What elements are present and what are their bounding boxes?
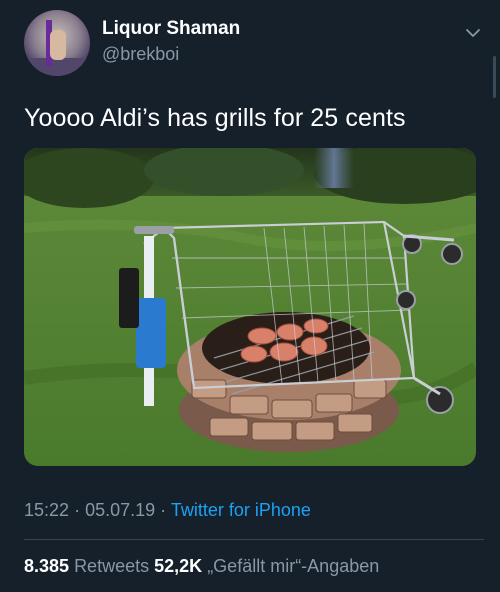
likes-label: „Gefällt mir“-Angaben xyxy=(207,556,380,576)
likes-stat[interactable]: 52,2K „Gefällt mir“-Angaben xyxy=(154,556,379,576)
tweet-date[interactable]: 05.07.19 xyxy=(85,500,155,520)
tweet-time[interactable]: 15:22 xyxy=(24,500,69,520)
user-handle[interactable]: @brekboi xyxy=(102,44,179,65)
chevron-down-icon[interactable] xyxy=(462,22,484,44)
meta-separator: · xyxy=(160,500,167,520)
tweet-photo[interactable] xyxy=(24,148,476,466)
retweets-stat[interactable]: 8.385 Retweets xyxy=(24,556,149,576)
avatar-floor xyxy=(24,58,90,76)
scrollbar[interactable] xyxy=(493,56,496,98)
meta-separator: · xyxy=(74,500,81,520)
divider xyxy=(24,539,484,540)
avatar-person xyxy=(50,30,66,60)
retweets-label: Retweets xyxy=(74,556,150,576)
tweet-text: Yoooo Aldi’s has grills for 25 cents xyxy=(24,104,406,132)
tweet-stats: 8.385 Retweets 52,2K „Gefällt mir“-Angab… xyxy=(24,556,379,577)
display-name[interactable]: Liquor Shaman xyxy=(102,18,240,40)
likes-count: 52,2K xyxy=(154,556,203,576)
tweet-meta: 15:22 · 05.07.19 · Twitter for iPhone xyxy=(24,500,311,521)
retweets-count: 8.385 xyxy=(24,556,70,576)
tweet-header: Liquor Shaman @brekboi xyxy=(24,8,484,76)
avatar[interactable] xyxy=(24,10,90,76)
tweet-source-link[interactable]: Twitter for iPhone xyxy=(171,500,311,520)
grill-photo-illustration xyxy=(24,148,476,466)
